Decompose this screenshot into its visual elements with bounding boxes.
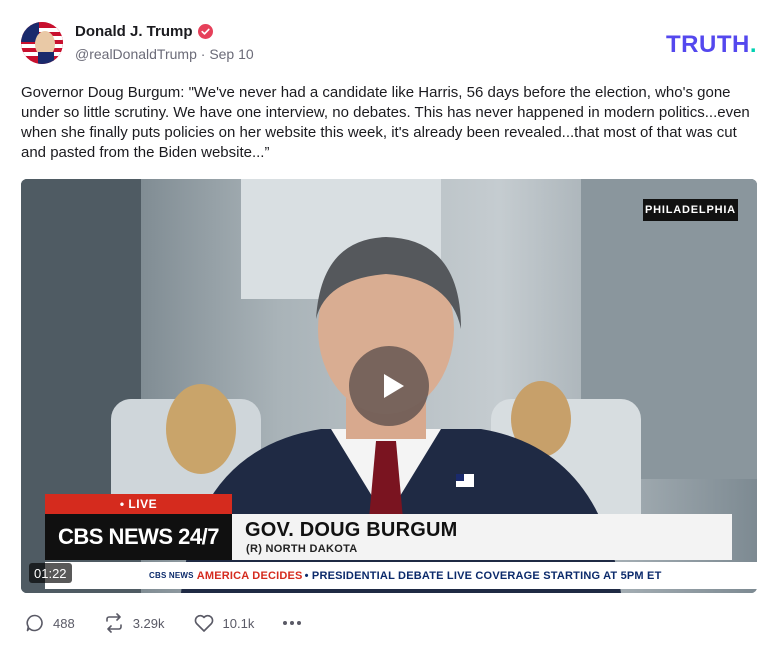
more-icon <box>283 621 302 625</box>
play-button[interactable] <box>349 346 429 426</box>
post-header: Donald J. Trump @realDonaldTrump · Sep 1… <box>21 20 761 66</box>
retruth-count: 3.29k <box>132 615 165 631</box>
post-body-text: Governor Doug Burgum: "We've never had a… <box>21 84 750 161</box>
meta-separator: · <box>200 46 206 62</box>
more-options-button[interactable] <box>282 620 302 626</box>
network-bug: CBS NEWS 24/7 <box>45 514 232 560</box>
location-tag: PHILADELPHIA <box>643 199 738 221</box>
like-count: 10.1k <box>222 615 255 631</box>
reply-button[interactable]: 488 <box>25 613 75 633</box>
logo-text: TRUTH <box>666 31 750 58</box>
retruth-button[interactable]: 3.29k <box>103 613 165 633</box>
logo-dot: . <box>749 31 757 58</box>
ticker-program: AMERICA DECIDES <box>196 569 303 582</box>
live-tag: • LIVE <box>45 494 232 514</box>
lower-third-name: GOV. DOUG BURGUM <box>245 519 458 541</box>
verified-badge-icon <box>197 24 213 39</box>
ticker-network: CBS NEWS <box>149 571 194 580</box>
news-ticker: CBS NEWS AMERICA DECIDES • PRESIDENTIAL … <box>45 562 757 589</box>
author-handle[interactable]: @realDonaldTrump <box>75 46 197 62</box>
retruth-icon <box>105 613 122 633</box>
like-button[interactable]: 10.1k <box>193 613 255 633</box>
reply-count: 488 <box>53 615 75 631</box>
play-icon <box>384 374 404 398</box>
post-actions: 488 3.29k 10.1k <box>25 613 302 633</box>
heart-icon <box>194 614 213 632</box>
truth-logo[interactable]: TRUTH. <box>666 31 757 59</box>
post-meta: @realDonaldTrump · Sep 10 <box>75 46 254 62</box>
ticker-text: • PRESIDENTIAL DEBATE LIVE COVERAGE STAR… <box>304 569 662 582</box>
reply-icon <box>26 614 43 632</box>
author-name[interactable]: Donald J. Trump <box>75 23 193 40</box>
lower-third-subtitle: (R) NORTH DAKOTA <box>246 543 358 555</box>
post-date[interactable]: Sep 10 <box>209 46 253 62</box>
video-duration: 01:22 <box>29 563 72 583</box>
avatar[interactable] <box>21 22 63 64</box>
